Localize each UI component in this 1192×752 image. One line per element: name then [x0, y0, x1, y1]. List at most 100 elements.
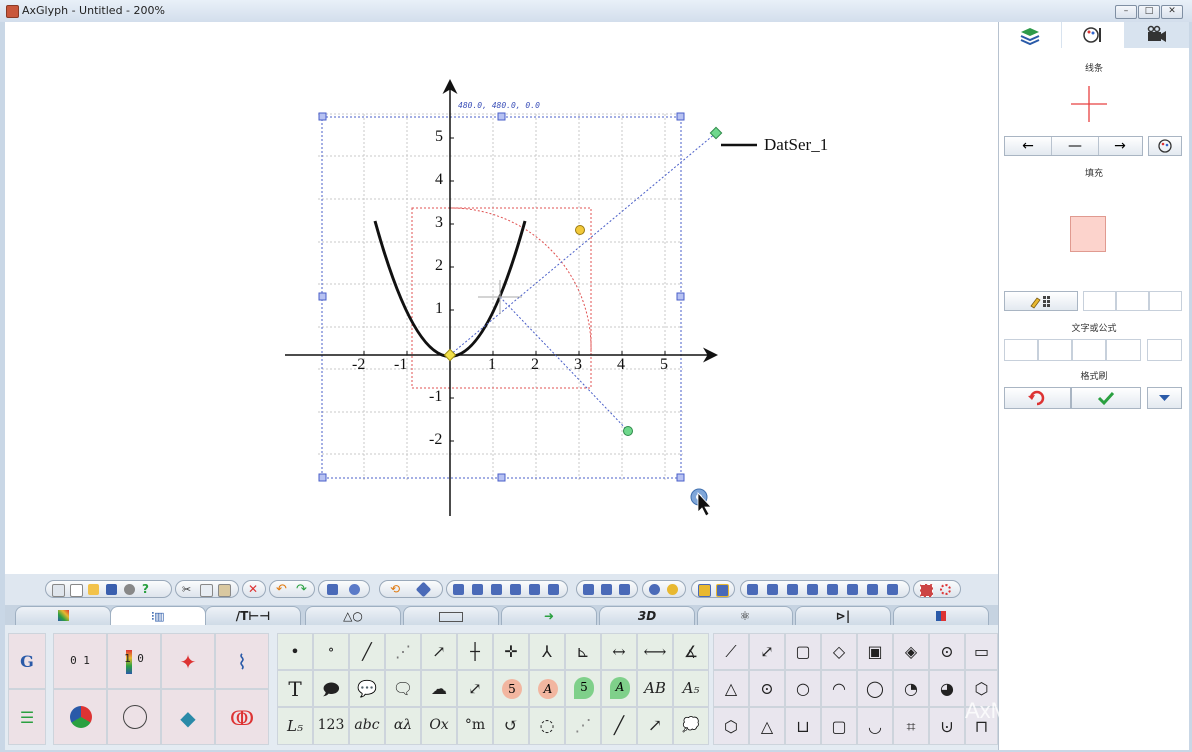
subscript-label-tool[interactable]: A₅ [673, 670, 709, 707]
segment-tool[interactable]: ⟋ [713, 633, 749, 670]
brush-grid-button[interactable] [1004, 291, 1078, 311]
align-left-icon[interactable] [453, 584, 464, 595]
select-all-icon[interactable] [920, 584, 933, 597]
text-tool[interactable]: T [277, 670, 313, 707]
distribute-v-icon[interactable] [601, 584, 612, 595]
italic-text-tool[interactable]: abc [349, 707, 385, 745]
line-chart-tool[interactable]: ⌇ [215, 633, 269, 689]
greek-tool[interactable]: αλ [385, 707, 421, 745]
align-middle-icon[interactable] [529, 584, 540, 595]
leader-tool[interactable]: ⤢ [457, 670, 493, 707]
brush-slot[interactable] [1083, 291, 1116, 311]
rotate-icon[interactable]: ⟲ [390, 583, 401, 595]
triangle-tool[interactable]: △ [713, 670, 749, 707]
square-tool[interactable]: ▢ [785, 633, 821, 670]
palette-side-tool[interactable]: ☰ [8, 689, 46, 745]
arrow-tool[interactable]: ↗ [421, 633, 457, 670]
group-icon[interactable] [698, 584, 711, 597]
corner-axes-tool[interactable]: ⊾ [565, 633, 601, 670]
dashed-line-tool[interactable]: ⋰ [385, 633, 421, 670]
pacman-tool[interactable]: ◕ [929, 670, 965, 707]
help-icon[interactable]: ? [142, 583, 153, 595]
oval-callout-tool[interactable]: 🗨 [385, 670, 421, 707]
line-color-preview[interactable] [1069, 84, 1109, 124]
concave-rect-tool[interactable]: ⊔ [785, 707, 821, 745]
text-slot[interactable] [1072, 339, 1106, 361]
round-callout-tool[interactable]: 💬 [349, 670, 385, 707]
rect-points-tool[interactable]: ▣ [857, 633, 893, 670]
redo-icon[interactable]: ↷ [296, 583, 307, 596]
label-ab-tool[interactable]: AB [637, 670, 673, 707]
tab-layers[interactable] [999, 22, 1061, 48]
space-icon[interactable] [867, 584, 878, 595]
angle-tool[interactable]: ∡ [673, 633, 709, 670]
lettered-pin-tool[interactable]: A [601, 670, 637, 707]
line-tool[interactable]: ╱ [349, 633, 385, 670]
tab-circuit[interactable]: ⊳| [795, 606, 891, 625]
line-palette-button[interactable] [1148, 136, 1182, 156]
arc-points-tool[interactable]: ◠ [821, 670, 857, 707]
close-button[interactable]: ✕ [1161, 5, 1183, 19]
thick-line-tool[interactable]: ╱ [601, 707, 637, 745]
tab-flowchart[interactable] [403, 606, 499, 625]
span-tool[interactable]: ⟷ [637, 633, 673, 670]
hexagon-points-tool[interactable]: ⬡ [713, 707, 749, 745]
tab-chart[interactable]: ⫶▥ [110, 606, 206, 625]
space-icon[interactable] [887, 584, 898, 595]
tab-shapes[interactable]: △○ [305, 606, 401, 625]
center-icon[interactable] [619, 584, 630, 595]
reset-button[interactable] [1004, 387, 1071, 409]
fill-color-swatch[interactable] [1070, 216, 1106, 252]
grid-icon[interactable] [327, 584, 338, 595]
minimize-button[interactable]: – [1115, 5, 1137, 19]
dimension-tool[interactable]: ↔ [601, 633, 637, 670]
space-icon[interactable] [787, 584, 798, 595]
align-right-icon[interactable] [491, 584, 502, 595]
space-icon[interactable] [807, 584, 818, 595]
brush-slot[interactable] [1149, 291, 1182, 311]
tab-arrows[interactable]: ➜ [501, 606, 597, 625]
align-center-icon[interactable] [472, 584, 483, 595]
undo-icon[interactable]: ↶ [276, 583, 287, 596]
cross-tool[interactable]: ┼ [457, 633, 493, 670]
tab-grid[interactable] [893, 606, 989, 625]
mirror-v-icon[interactable] [667, 584, 678, 595]
circle-points-tool[interactable]: ◯ [857, 670, 893, 707]
circle-tool[interactable]: ○ [785, 670, 821, 707]
hollow-point-tool[interactable]: ∘ [313, 633, 349, 670]
open-folder-icon[interactable] [88, 584, 99, 595]
colorbar-tool[interactable]: 1 0 [107, 633, 161, 689]
drawing-canvas[interactable]: 480.0, 480.0, 0.0 DatSer_1 -2 -1 1 2 3 4… [5, 22, 998, 574]
text-slot[interactable] [1038, 339, 1072, 361]
distribute-h-icon[interactable] [583, 584, 594, 595]
flip-icon[interactable] [415, 581, 432, 598]
ray-tool[interactable]: ↗ [637, 707, 673, 745]
text-slot[interactable] [1147, 339, 1182, 361]
space-icon[interactable] [827, 584, 838, 595]
surface-plot-tool[interactable]: ◆ [161, 689, 215, 745]
ellipse-tool[interactable]: ⊙ [929, 633, 965, 670]
menu-icon[interactable] [52, 584, 65, 597]
pinch-rect-tool[interactable]: ⌗ [893, 707, 929, 745]
tab-camera[interactable] [1125, 22, 1187, 48]
text-slot[interactable] [1106, 339, 1141, 361]
polar-chart-tool[interactable] [107, 689, 161, 745]
callout-tool[interactable]: 🗩 [313, 670, 349, 707]
unit-tool[interactable]: °m [457, 707, 493, 745]
tab-physics[interactable]: ⚛ [697, 606, 793, 625]
apply-button[interactable] [1071, 387, 1141, 409]
bulge-rect-tool[interactable]: ▢ [821, 707, 857, 745]
point-tool[interactable]: • [277, 633, 313, 670]
axes-tool[interactable]: ✛ [493, 633, 529, 670]
space-icon[interactable] [767, 584, 778, 595]
triangle-points-tool[interactable]: △ [749, 707, 785, 745]
ungroup-icon[interactable] [716, 584, 729, 597]
vector-field-tool[interactable]: ✦ [161, 633, 215, 689]
brush-slot[interactable] [1116, 291, 1149, 311]
dropdown-button[interactable] [1147, 387, 1182, 409]
comment-tool[interactable]: 💭 [673, 707, 709, 745]
arrow-right-button[interactable]: → [1097, 137, 1143, 155]
cup-tool[interactable]: ◡ [857, 707, 893, 745]
diamond-points-tool[interactable]: ◈ [893, 633, 929, 670]
align-bottom-icon[interactable] [548, 584, 559, 595]
